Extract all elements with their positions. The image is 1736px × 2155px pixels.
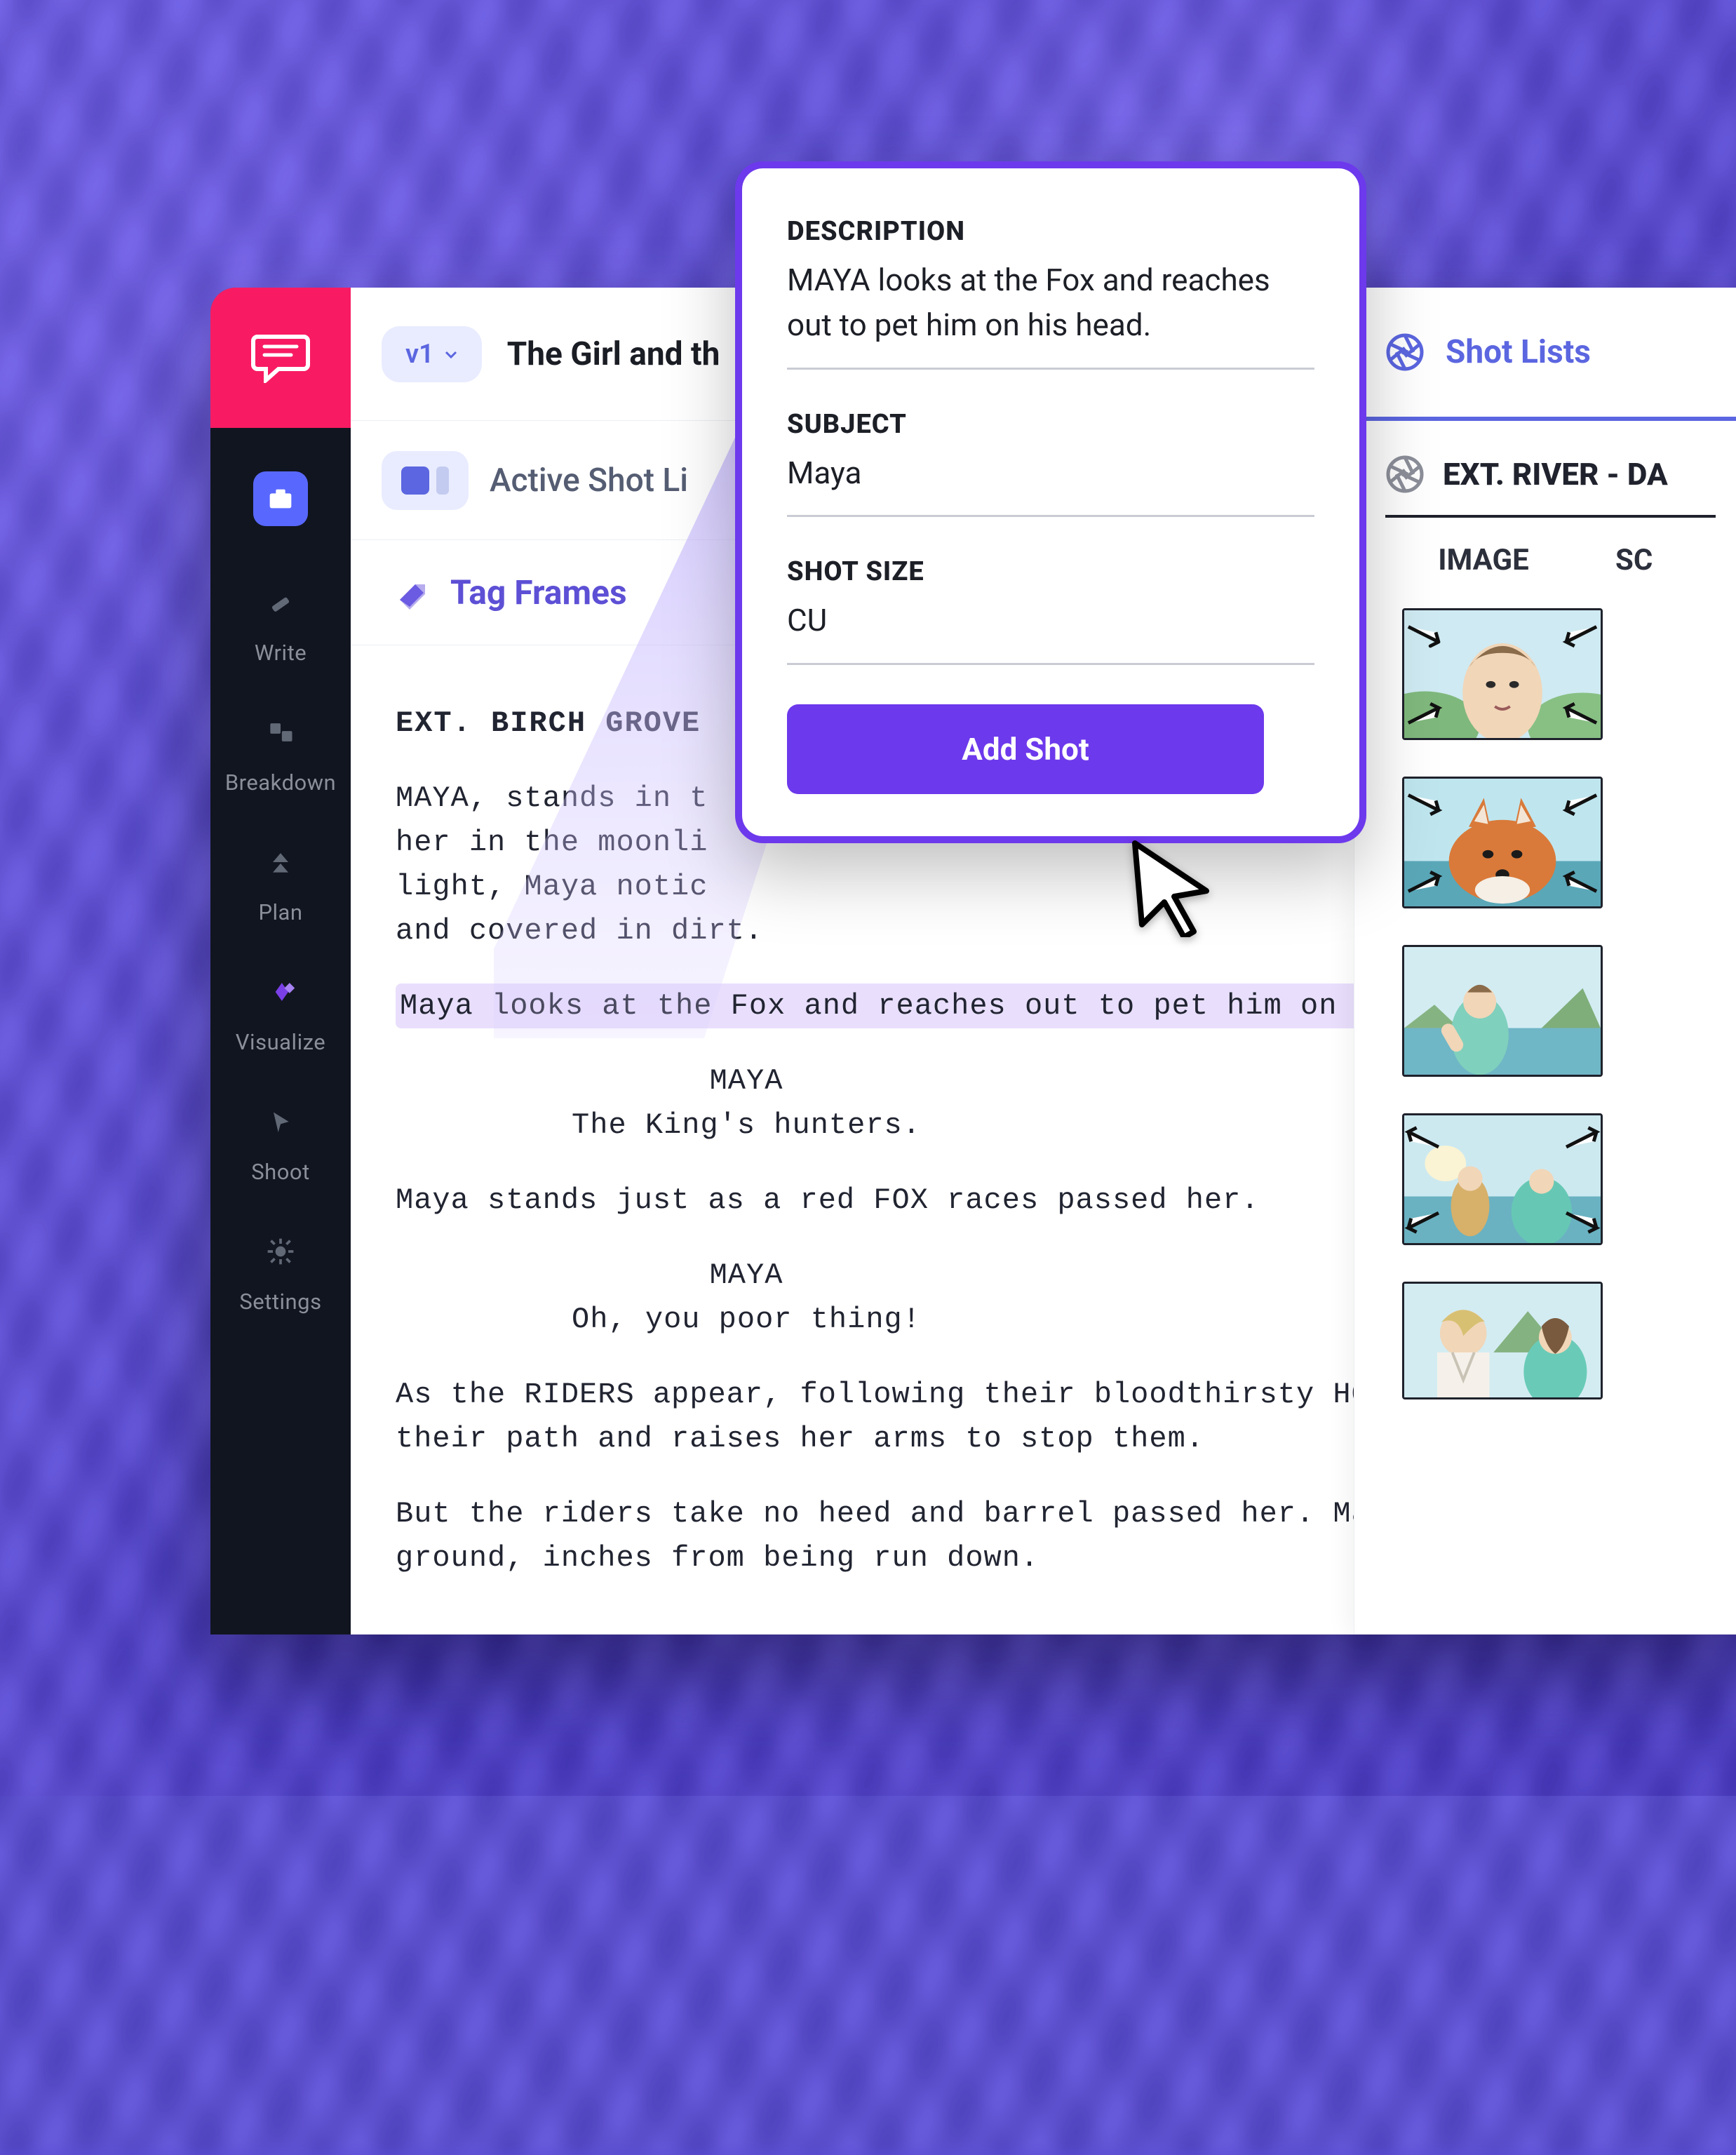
storyboard-thumbnail[interactable] <box>1402 777 1603 908</box>
shapes-icon <box>265 717 296 748</box>
modal-label-shotsize: SHOT SIZE <box>787 556 1314 587</box>
tag-frames-label: Tag Frames <box>450 572 627 612</box>
view-toggle-left <box>401 466 429 495</box>
sidebar-label-breakdown: Breakdown <box>225 770 336 795</box>
aperture-icon <box>1385 333 1425 372</box>
shot-list-columns: IMAGE SC <box>1354 543 1736 577</box>
active-shot-list-label: Active Shot Li <box>490 462 688 499</box>
speech-bubble-icon <box>249 333 312 383</box>
sidebar-item-project[interactable] <box>210 428 351 543</box>
view-toggle-right <box>436 466 449 495</box>
sidebar-label-visualize: Visualize <box>236 1029 325 1055</box>
sidebar-item-settings[interactable]: Settings <box>210 1192 351 1322</box>
view-toggle[interactable] <box>382 451 469 510</box>
triangles-icon <box>265 847 296 878</box>
shot-lists-panel: Shot Lists EXT. RIVER - DA IMAGE SC <box>1354 288 1736 1634</box>
dialogue-1: The King's hunters. <box>396 1103 1097 1148</box>
sidebar: Write Breakdown Plan <box>210 288 351 1634</box>
version-label: v1 <box>405 339 434 370</box>
dialogue-2: Oh, you poor thing! <box>396 1298 1097 1342</box>
version-selector[interactable]: v1 <box>382 326 482 382</box>
divider <box>1385 515 1716 518</box>
tag-icon <box>396 576 429 610</box>
sidebar-item-write[interactable]: Write <box>210 543 351 673</box>
shot-lists-title: Shot Lists <box>1446 333 1591 371</box>
app-logo[interactable] <box>210 288 351 428</box>
pencil-icon <box>265 587 296 618</box>
character-cue-2: MAYA <box>396 1254 1097 1298</box>
briefcase-icon <box>264 483 297 515</box>
gear-icon <box>265 1236 296 1267</box>
diamonds-icon <box>262 976 299 1007</box>
modal-label-description: DESCRIPTION <box>787 216 1314 247</box>
shot-lists-tab[interactable]: Shot Lists <box>1354 288 1736 421</box>
aperture-icon <box>1385 455 1425 494</box>
storyboard-thumbnail[interactable] <box>1402 1282 1603 1399</box>
shot-list-scene-slug: EXT. RIVER - DA <box>1443 456 1668 492</box>
thumbnail-list <box>1354 608 1736 1399</box>
modal-description-field[interactable]: MAYA looks at the Fox and reaches out to… <box>787 258 1314 370</box>
storyboard-thumbnail[interactable] <box>1402 1113 1603 1245</box>
column-image: IMAGE <box>1385 543 1582 577</box>
modal-shotsize-field[interactable]: CU <box>787 598 1314 665</box>
modal-label-subject: SUBJECT <box>787 409 1314 440</box>
sidebar-label-plan: Plan <box>258 899 302 925</box>
sidebar-label-shoot: Shoot <box>251 1159 309 1185</box>
sidebar-label-settings: Settings <box>239 1289 321 1315</box>
document-title: The Girl and th <box>507 335 720 373</box>
sidebar-item-visualize[interactable]: Visualize <box>210 932 351 1062</box>
sidebar-label-write: Write <box>255 640 307 666</box>
storyboard-thumbnail[interactable] <box>1402 608 1603 740</box>
sidebar-item-breakdown[interactable]: Breakdown <box>210 673 351 803</box>
shot-list-scene-header: EXT. RIVER - DA <box>1354 421 1736 504</box>
sidebar-item-plan[interactable]: Plan <box>210 803 351 932</box>
add-shot-button[interactable]: Add Shot <box>787 704 1264 794</box>
add-shot-modal: DESCRIPTION MAYA looks at the Fox and re… <box>735 161 1366 843</box>
chevron-down-icon <box>444 349 458 359</box>
sidebar-item-shoot[interactable]: Shoot <box>210 1062 351 1192</box>
column-scene: SC <box>1615 543 1653 577</box>
character-cue-1: MAYA <box>396 1059 1097 1103</box>
cursor-icon <box>267 1108 295 1136</box>
modal-subject-field[interactable]: Maya <box>787 451 1314 518</box>
storyboard-thumbnail[interactable] <box>1402 945 1603 1077</box>
